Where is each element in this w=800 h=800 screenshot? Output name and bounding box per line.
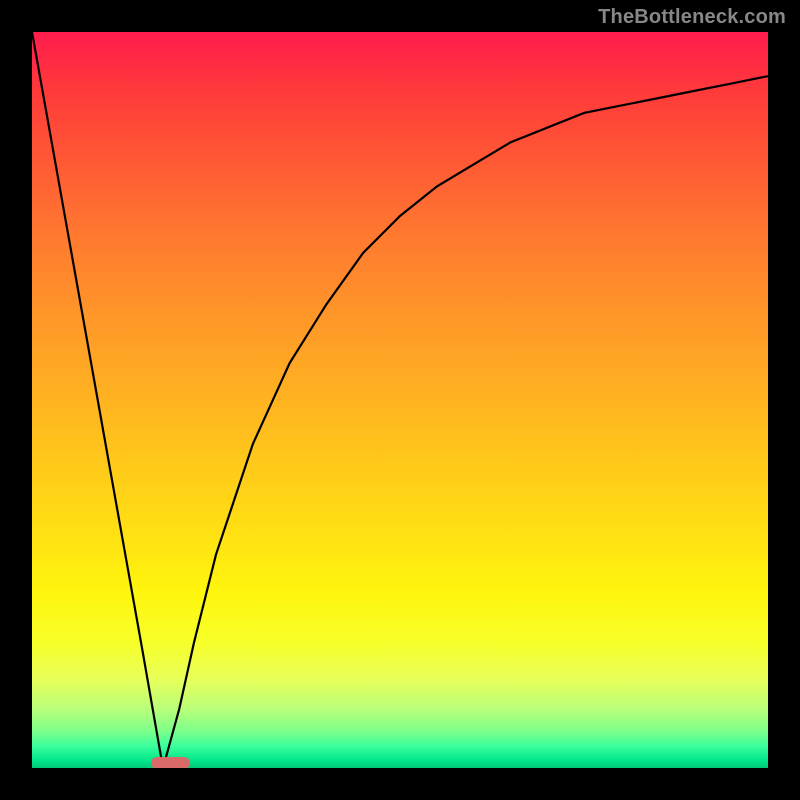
- bottleneck-curve: [32, 32, 768, 768]
- chart-frame: TheBottleneck.com: [0, 0, 800, 800]
- optimal-marker: [151, 757, 190, 768]
- plot-area: [32, 32, 768, 768]
- curve-svg: [32, 32, 768, 768]
- watermark-text: TheBottleneck.com: [598, 6, 786, 29]
